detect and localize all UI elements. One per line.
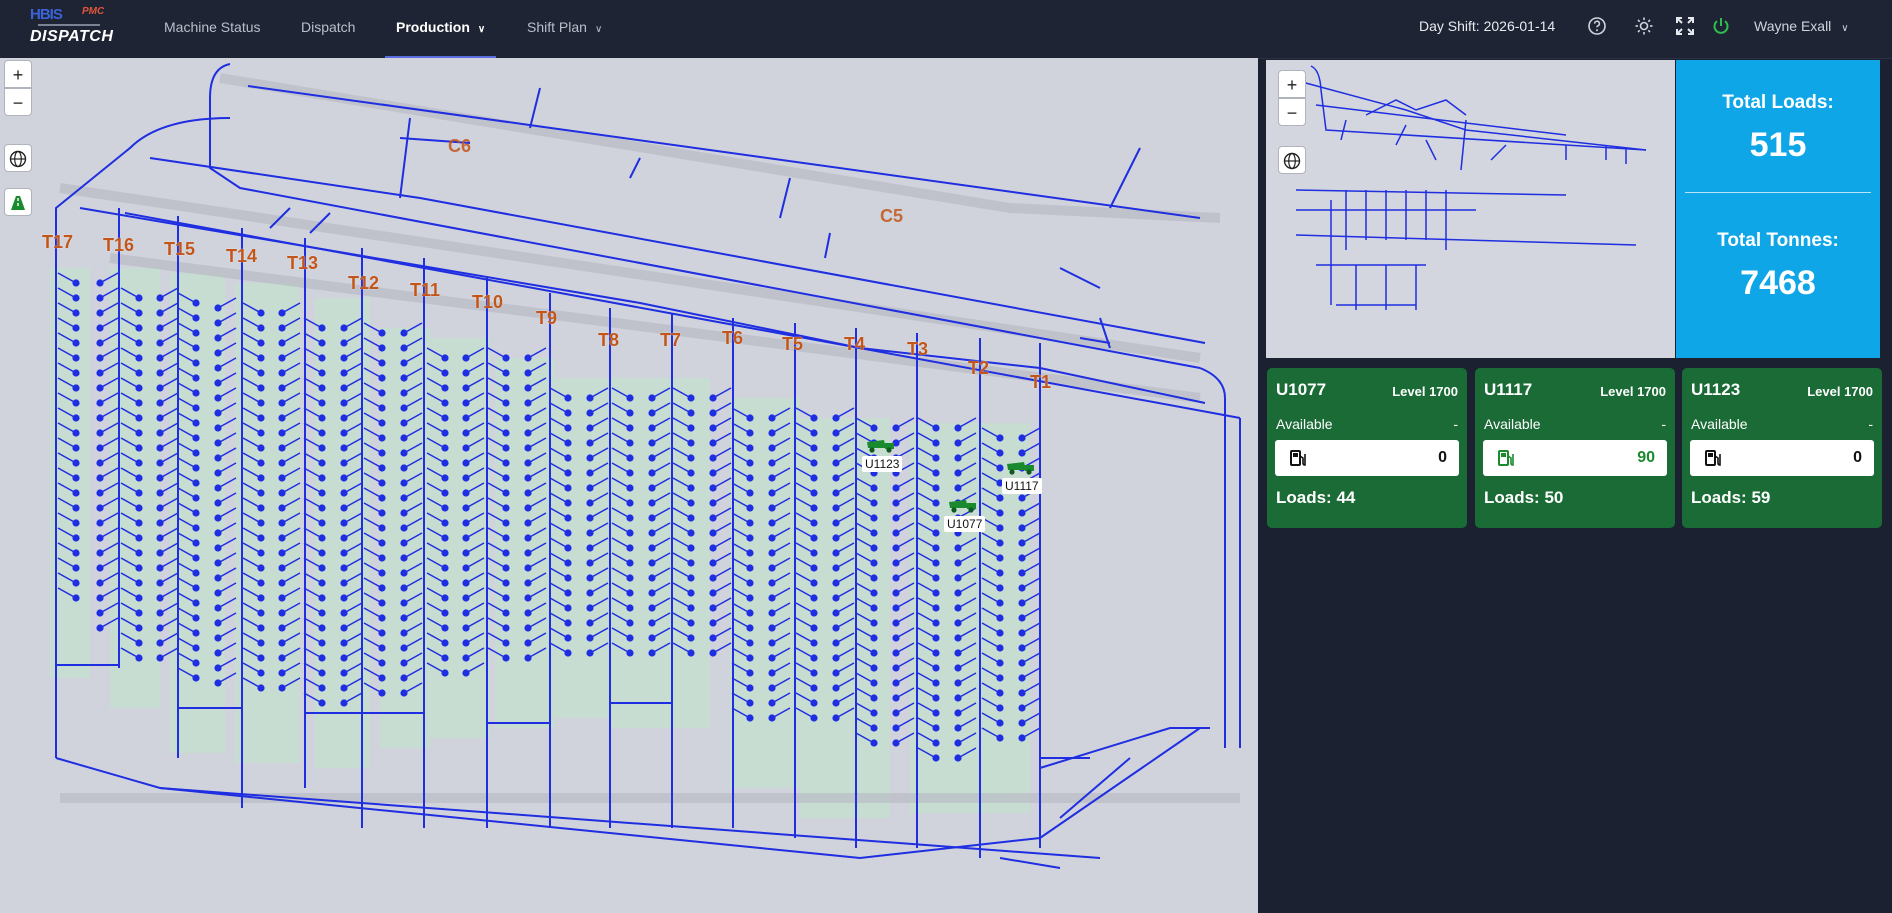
truck-tag: U1123	[862, 456, 903, 472]
tier-label-t4: T4	[844, 334, 866, 354]
nav-shift-plan-label: Shift Plan	[527, 19, 587, 35]
zone-label-c5: C5	[880, 206, 904, 226]
card-status: Available	[1691, 416, 1748, 432]
chevron-down-icon: ∨	[1841, 23, 1849, 34]
overview-minimap[interactable]: + −	[1266, 60, 1675, 358]
card-loads: Loads: 44	[1276, 488, 1356, 507]
card-status: Available	[1484, 416, 1541, 432]
tier-label-t7: T7	[660, 330, 682, 350]
truck-card-u1117[interactable]: U1117 Level 1700 Available - 90 Loads: 5…	[1475, 368, 1675, 528]
zone-label-c6: C6	[448, 136, 472, 156]
card-level: Level 1700	[1392, 384, 1458, 399]
minimap-zoom-in-button[interactable]: +	[1278, 70, 1306, 98]
card-loads: Loads: 50	[1484, 488, 1564, 507]
power-icon[interactable]	[1711, 16, 1731, 36]
truck-marker-u1123[interactable]: U1123	[862, 438, 903, 472]
truck-icon	[949, 500, 976, 513]
user-menu[interactable]: Wayne Exall ∨	[1754, 0, 1849, 52]
app-logo[interactable]: HBIS PMC DISPATCH	[30, 6, 120, 52]
totals-panel: Total Loads: 515 Total Tonnes: 7468	[1676, 60, 1880, 358]
fuel-value: 0	[1438, 449, 1447, 466]
tier-label-t11: T11	[410, 280, 441, 300]
zoom-out-button[interactable]: −	[4, 88, 32, 116]
logo-divider	[38, 24, 100, 26]
globe-icon	[9, 150, 27, 168]
card-level: Level 1700	[1600, 384, 1666, 399]
globe-button[interactable]	[4, 144, 32, 172]
zoom-in-button[interactable]: +	[4, 60, 32, 88]
road-icon	[11, 196, 25, 210]
card-dash: -	[1868, 416, 1873, 432]
card-loads: Loads: 59	[1691, 488, 1771, 507]
truck-tag: U1077	[944, 516, 986, 532]
minimap-globe-button[interactable]	[1278, 146, 1306, 174]
fuel-value: 90	[1637, 449, 1655, 466]
tier-label-t9: T9	[536, 308, 558, 328]
tier-label-t8: T8	[598, 330, 620, 350]
tier-label-t1: T1	[1030, 372, 1052, 392]
total-loads-value: 515	[1749, 126, 1807, 164]
truck-marker-u1117[interactable]: U1117	[1002, 460, 1042, 494]
nav-machine-status-label: Machine Status	[164, 19, 261, 35]
nav-dispatch[interactable]: Dispatch	[301, 0, 355, 58]
truck-tag: U1117	[1002, 478, 1042, 494]
fuel-box: 90	[1483, 440, 1667, 476]
logo-hbis: HBIS	[30, 6, 63, 23]
nav-production[interactable]: Production ∨	[385, 0, 497, 58]
truck-marker-u1077[interactable]: U1077	[944, 498, 986, 532]
tier-label-t6: T6	[722, 328, 744, 348]
shift-indicator: Day Shift: 2026-01-14	[1419, 18, 1556, 34]
tier-label-t5: T5	[782, 334, 804, 354]
tier-label-t14: T14	[226, 246, 258, 266]
nav-production-label: Production	[396, 19, 470, 35]
minimap-zoom-out-button[interactable]: −	[1278, 98, 1306, 126]
user-name: Wayne Exall	[1754, 18, 1832, 34]
fuel-pump-icon	[1290, 450, 1306, 466]
fuel-box: 0	[1690, 440, 1874, 476]
chevron-down-icon: ∨	[477, 24, 486, 35]
total-tonnes-label: Total Tonnes:	[1717, 230, 1839, 251]
truck-icon	[867, 440, 894, 453]
logo-pmc: PMC	[82, 6, 105, 17]
theme-toggle-icon[interactable]	[1634, 16, 1654, 36]
total-tonnes-value: 7468	[1740, 264, 1816, 302]
totals-divider	[1685, 192, 1871, 193]
nav-machine-status[interactable]: Machine Status	[164, 0, 261, 58]
card-dash: -	[1453, 416, 1458, 432]
tier-label-t17: T17	[42, 232, 74, 252]
card-level: Level 1700	[1807, 384, 1873, 399]
fuel-pump-icon	[1705, 450, 1721, 466]
tier-label-t2: T2	[968, 358, 990, 378]
card-unit: U1077	[1276, 380, 1327, 399]
truck-card-u1123[interactable]: U1123 Level 1700 Available - 0 Loads: 59	[1682, 368, 1882, 528]
truck-icon	[1007, 462, 1034, 475]
card-unit: U1117	[1484, 380, 1533, 399]
card-dash: -	[1661, 416, 1666, 432]
chevron-down-icon: ∨	[594, 24, 603, 35]
card-unit: U1123	[1691, 380, 1741, 399]
total-loads-label: Total Loads:	[1722, 92, 1834, 113]
truck-card-u1077[interactable]: U1077 Level 1700 Available - 0 Loads: 44	[1267, 368, 1467, 528]
fuel-box: 0	[1275, 440, 1459, 476]
globe-icon	[1283, 152, 1301, 170]
nav-shift-plan[interactable]: Shift Plan ∨	[527, 0, 602, 58]
fullscreen-icon[interactable]	[1675, 16, 1695, 36]
top-header: HBIS PMC DISPATCH Machine Status Dispatc…	[0, 0, 1892, 59]
tier-label-t10: T10	[472, 292, 504, 312]
minimap-drawing	[1295, 65, 1647, 310]
help-icon[interactable]	[1587, 16, 1607, 36]
nav-dispatch-label: Dispatch	[301, 19, 356, 35]
card-status: Available	[1276, 416, 1333, 432]
logo-dispatch: DISPATCH	[30, 28, 114, 45]
tier-label-t16: T16	[103, 235, 135, 255]
tier-label-t3: T3	[907, 339, 929, 359]
tier-label-t13: T13	[287, 253, 319, 273]
tier-label-t15: T15	[164, 239, 196, 259]
mine-network-drawing	[50, 63, 1241, 869]
tier-label-t12: T12	[348, 273, 380, 293]
mine-map[interactable]: + − T17 T16 T15 T14 T13 T12 T11 T10 T9 T…	[0, 58, 1258, 913]
fuel-value: 0	[1853, 449, 1862, 466]
road-layer-button[interactable]	[4, 188, 32, 216]
fuel-pump-icon	[1498, 450, 1514, 466]
